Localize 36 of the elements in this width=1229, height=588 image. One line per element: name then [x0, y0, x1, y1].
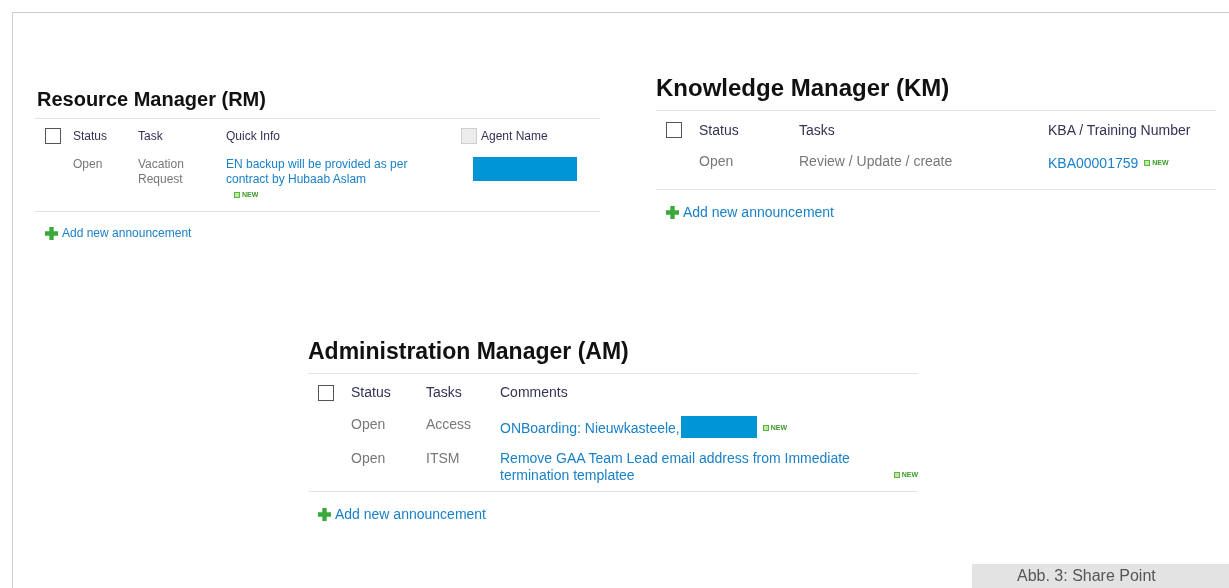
column-header[interactable]: Agent Name: [481, 127, 548, 145]
column-header[interactable]: Tasks: [426, 382, 462, 403]
column-header[interactable]: Status: [699, 119, 739, 141]
panel-title: Knowledge Manager (KM): [656, 73, 951, 103]
select-all-checkbox[interactable]: [666, 122, 682, 138]
add-icon: [318, 507, 331, 521]
table-cell-text: Open: [351, 415, 387, 433]
panel-title: Resource Manager (RM): [37, 87, 267, 112]
quick-info-link[interactable]: ONBoarding: Nieuwkasteele,: [500, 420, 680, 438]
add-icon: [45, 226, 58, 240]
column-header[interactable]: Quick Info: [226, 127, 281, 145]
figure-caption: Abb. 3: Share Point: [972, 564, 1229, 588]
quick-info-link[interactable]: Remove GAA Team Lead email address from Immediate termination templatee: [500, 449, 888, 485]
table-cell-text: Open: [73, 157, 104, 172]
add-icon: [666, 206, 679, 219]
column-header[interactable]: KBA / Training Number: [1048, 119, 1191, 141]
table-cell-text: Access: [426, 415, 473, 433]
table-cell-text: Open: [699, 153, 735, 171]
add-announcement-link[interactable]: Add new announcement: [683, 202, 834, 223]
table-cell-text: Vacation Request: [138, 157, 185, 187]
quick-info-link[interactable]: KBA00001759: [1048, 155, 1139, 173]
add-announcement-link[interactable]: Add new announcement: [62, 224, 192, 242]
column-header[interactable]: Tasks: [799, 119, 835, 141]
select-all-checkbox[interactable]: [318, 384, 334, 401]
column-header[interactable]: Status: [73, 127, 108, 145]
table-cell-text: ITSM: [426, 449, 461, 467]
column-header[interactable]: Status: [351, 382, 391, 403]
quick-info-link[interactable]: EN backup will be provided as per contract by Hubaab Aslam: [226, 157, 416, 187]
column-header[interactable]: Task: [138, 127, 163, 145]
table-cell-text: Open: [351, 449, 387, 467]
column-header[interactable]: Comments: [500, 382, 568, 403]
panel-title: Administration Manager (AM): [308, 337, 630, 366]
add-announcement-link[interactable]: Add new announcement: [335, 503, 486, 525]
select-all-checkbox[interactable]: [45, 128, 61, 144]
table-cell-text: Review / Update / create: [799, 153, 954, 171]
column-checkbox[interactable]: [461, 128, 477, 144]
